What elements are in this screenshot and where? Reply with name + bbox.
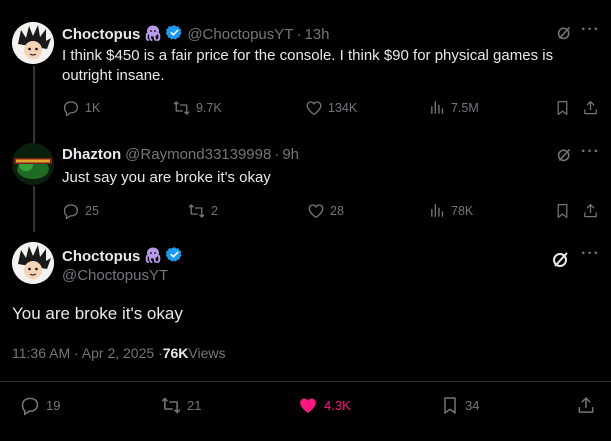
separator: · <box>296 26 302 43</box>
like-count: 28 <box>330 204 344 218</box>
reply-icon <box>63 101 79 117</box>
views-label: Views <box>188 345 226 361</box>
author-name[interactable]: Choctopus <box>62 26 140 43</box>
verified-badge-icon <box>166 24 183 45</box>
bookmark-button[interactable] <box>554 202 571 220</box>
timestamp[interactable]: 13h <box>304 26 329 43</box>
heart-icon <box>300 398 316 413</box>
octopus-emoji-icon <box>144 25 162 45</box>
share-button[interactable] <box>582 202 599 220</box>
avatar[interactable] <box>12 242 54 284</box>
octopus-emoji-icon <box>144 247 162 267</box>
repost-count: 21 <box>187 398 202 413</box>
repost-icon <box>161 397 181 414</box>
reply-button[interactable]: 1K <box>62 99 100 117</box>
repost-icon <box>173 101 190 115</box>
author-name[interactable]: Dhazton <box>62 146 121 163</box>
author-handle[interactable]: @Raymond33139998 <box>125 146 271 163</box>
author-name[interactable]: Choctopus <box>62 248 140 265</box>
repost-count: 9.7K <box>196 101 222 115</box>
thread-connector <box>33 186 35 232</box>
tweet-meta: 11:36 AM · Apr 2, 2025 · 76K Views <box>12 345 226 361</box>
grok-icon[interactable] <box>556 24 573 46</box>
avatar-image <box>12 242 54 284</box>
views-icon <box>431 204 444 217</box>
share-button[interactable] <box>576 395 596 416</box>
timestamp[interactable]: 11:36 AM · Apr 2, 2025 · <box>12 345 163 361</box>
thread-connector <box>33 66 35 150</box>
bookmark-icon <box>557 100 568 116</box>
bookmark-count: 34 <box>465 398 480 413</box>
share-icon <box>578 397 594 413</box>
repost-icon <box>188 204 205 218</box>
repost-button[interactable]: 9.7K <box>172 99 222 117</box>
tweet-text: I think $450 is a fair price for the con… <box>62 47 554 84</box>
reply-button[interactable]: 19 <box>19 395 60 416</box>
timestamp[interactable]: 9h <box>282 146 299 163</box>
reply-count: 25 <box>85 204 99 218</box>
tweet-actions: 25 2 28 78K <box>62 202 602 222</box>
reply-button[interactable]: 25 <box>62 202 99 220</box>
repost-button[interactable]: 2 <box>187 202 218 220</box>
avatar-image <box>12 143 54 185</box>
views-button[interactable]: 7.5M <box>429 99 479 116</box>
author-handle[interactable]: @ChoctopusYT <box>187 26 293 43</box>
like-count: 4.3K <box>324 398 351 413</box>
grok-icon[interactable] <box>551 249 571 274</box>
separator: · <box>274 146 280 163</box>
views-icon <box>431 101 444 114</box>
views-button[interactable]: 78K <box>429 202 473 219</box>
share-icon <box>584 100 597 115</box>
bookmark-button[interactable] <box>554 99 571 117</box>
main-tweet-actions: 19 21 4.3K 34 <box>0 385 611 425</box>
views-count: 78K <box>451 203 474 218</box>
bookmark-icon <box>557 203 568 219</box>
verified-badge-icon <box>166 246 183 267</box>
heart-icon <box>308 204 324 219</box>
more-options-button[interactable]: ··· <box>581 21 600 39</box>
bookmark-icon <box>444 397 456 414</box>
views-count: 76K <box>162 345 189 361</box>
repost-count: 2 <box>211 204 218 218</box>
tweet-header: Dhazton @Raymond33139998 · 9h <box>62 146 299 163</box>
share-icon <box>584 203 597 218</box>
reply-icon <box>63 204 79 220</box>
views-count: 7.5M <box>451 100 479 115</box>
tweet-text: You are broke it's okay <box>12 304 183 323</box>
reply-icon <box>21 397 39 416</box>
divider <box>0 381 611 382</box>
tweet-text: Just say you are broke it's okay <box>62 169 271 186</box>
tweet-header: Choctopus <box>62 246 183 267</box>
like-button[interactable]: 134K <box>305 99 357 117</box>
like-button[interactable]: 4.3K <box>297 395 351 416</box>
more-options-button[interactable]: ··· <box>581 143 600 161</box>
heart-icon <box>306 101 322 116</box>
author-handle[interactable]: @ChoctopusYT <box>62 267 168 284</box>
like-count: 134K <box>328 101 358 115</box>
more-options-button[interactable]: ··· <box>581 245 600 263</box>
avatar[interactable] <box>12 22 54 64</box>
repost-button[interactable]: 21 <box>160 395 201 416</box>
grok-icon[interactable] <box>556 146 573 168</box>
share-button[interactable] <box>582 99 599 117</box>
tweet-actions: 1K 9.7K 134K 7.5M <box>62 99 602 119</box>
reply-count: 19 <box>46 398 61 413</box>
avatar[interactable] <box>12 143 54 185</box>
bookmark-button[interactable]: 34 <box>440 395 479 416</box>
tweet-header: Choctopus @ChoctopusYT · 13h <box>62 24 329 45</box>
reply-count: 1K <box>85 101 101 115</box>
tweet-header-handle-row: @ChoctopusYT <box>62 267 168 284</box>
avatar-image <box>12 22 54 64</box>
like-button[interactable]: 28 <box>307 202 344 220</box>
